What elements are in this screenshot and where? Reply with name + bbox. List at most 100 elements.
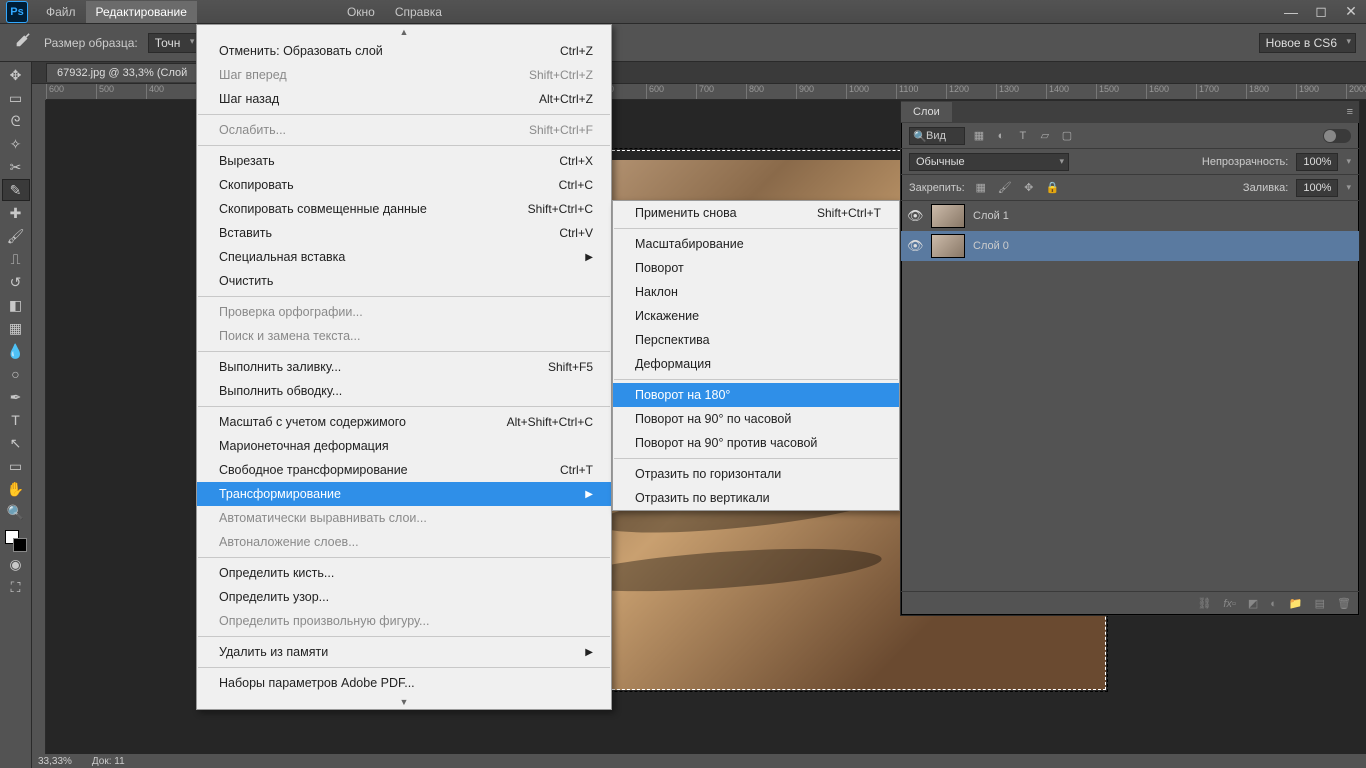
- mask-icon[interactable]: ◩: [1248, 597, 1258, 610]
- eraser-tool[interactable]: ◧: [2, 294, 30, 316]
- transform-item[interactable]: Перспектива: [613, 328, 899, 352]
- edit-item[interactable]: Трансформирование▶: [197, 482, 611, 506]
- edit-item[interactable]: Масштаб с учетом содержимогоAlt+Shift+Ct…: [197, 410, 611, 434]
- hand-tool[interactable]: ✋: [2, 478, 30, 500]
- maximize-button[interactable]: ◻: [1306, 2, 1336, 22]
- edit-item: Проверка орфографии...: [197, 300, 611, 324]
- lock-all-icon[interactable]: 🔒: [1045, 180, 1061, 196]
- crop-tool[interactable]: ✂: [2, 156, 30, 178]
- lock-brush-icon[interactable]: 🖌: [997, 180, 1013, 196]
- edit-item[interactable]: ВырезатьCtrl+X: [197, 149, 611, 173]
- blend-mode-dropdown[interactable]: Обычные: [909, 153, 1069, 171]
- transform-item[interactable]: Наклон: [613, 280, 899, 304]
- fill-value[interactable]: 100%: [1296, 179, 1338, 197]
- menu-Файл[interactable]: Файл: [36, 1, 86, 23]
- heal-tool[interactable]: ✚: [2, 202, 30, 224]
- menu-Справка[interactable]: Справка: [385, 1, 452, 23]
- type-tool[interactable]: T: [2, 409, 30, 431]
- visibility-icon[interactable]: 👁: [907, 238, 923, 254]
- transform-item[interactable]: Поворот на 180°: [613, 383, 899, 407]
- link-icon[interactable]: ⛓: [1197, 597, 1211, 610]
- trash-icon[interactable]: 🗑: [1337, 597, 1351, 610]
- wand-tool[interactable]: ✧: [2, 133, 30, 155]
- opacity-value[interactable]: 100%: [1296, 153, 1338, 171]
- menu-Окно[interactable]: Окно: [337, 1, 385, 23]
- panel-menu-icon[interactable]: ≡: [1341, 106, 1359, 118]
- edit-item[interactable]: Определить кисть...: [197, 561, 611, 585]
- menu-scroll-down[interactable]: ▼: [197, 695, 611, 709]
- history-brush-tool[interactable]: ↺: [2, 271, 30, 293]
- sample-size-dropdown[interactable]: Точн: [148, 33, 200, 53]
- edit-item[interactable]: Шаг назадAlt+Ctrl+Z: [197, 87, 611, 111]
- screenmode-tool[interactable]: ⛶: [2, 576, 30, 598]
- edit-item[interactable]: Марионеточная деформация: [197, 434, 611, 458]
- path-tool[interactable]: ↖: [2, 432, 30, 454]
- menu-scroll-up[interactable]: ▲: [197, 25, 611, 39]
- workspace-dropdown[interactable]: Новое в CS6: [1259, 33, 1356, 53]
- color-swatch[interactable]: [5, 530, 27, 552]
- layer-row[interactable]: 👁Слой 0: [901, 231, 1359, 261]
- transform-item[interactable]: Отразить по вертикали: [613, 486, 899, 510]
- fill-label: Заливка:: [1243, 182, 1288, 194]
- zoom-tool[interactable]: 🔍: [2, 501, 30, 523]
- filter-smart-icon[interactable]: ▢: [1059, 128, 1075, 144]
- eyedropper-tool[interactable]: ✎: [2, 179, 30, 201]
- edit-item[interactable]: Определить узор...: [197, 585, 611, 609]
- transform-item[interactable]: Деформация: [613, 352, 899, 376]
- transform-item[interactable]: Отразить по горизонтали: [613, 462, 899, 486]
- new-layer-icon[interactable]: ▤: [1315, 597, 1325, 610]
- edit-item[interactable]: СкопироватьCtrl+C: [197, 173, 611, 197]
- edit-item[interactable]: ВставитьCtrl+V: [197, 221, 611, 245]
- layers-tab[interactable]: Слои: [901, 102, 952, 122]
- layer-filter-dropdown[interactable]: Вид: [926, 130, 946, 142]
- document-tab[interactable]: 67932.jpg @ 33,3% (Слой: [46, 63, 198, 82]
- filter-adjust-icon[interactable]: ◐: [993, 128, 1009, 144]
- edit-item[interactable]: Удалить из памяти▶: [197, 640, 611, 664]
- filter-toggle[interactable]: [1323, 129, 1351, 143]
- lasso-tool[interactable]: ᘓ: [2, 110, 30, 132]
- filter-type-icon[interactable]: T: [1015, 128, 1031, 144]
- eyedropper-icon[interactable]: [8, 30, 34, 56]
- toolbox: ✥ ▭ ᘓ ✧ ✂ ✎ ✚ 🖌 ⎍ ↺ ◧ ▦ 💧 ○ ✒ T ↖ ▭ ✋ 🔍 …: [0, 62, 32, 768]
- gradient-tool[interactable]: ▦: [2, 317, 30, 339]
- transform-item[interactable]: Искажение: [613, 304, 899, 328]
- lock-position-icon[interactable]: ✥: [1021, 180, 1037, 196]
- transform-item[interactable]: Поворот на 90° по часовой: [613, 407, 899, 431]
- stamp-tool[interactable]: ⎍: [2, 248, 30, 270]
- layer-thumbnail[interactable]: [931, 234, 965, 258]
- dodge-tool[interactable]: ○: [2, 363, 30, 385]
- brush-tool[interactable]: 🖌: [2, 225, 30, 247]
- adjust-icon[interactable]: ◐: [1270, 598, 1277, 610]
- zoom-display[interactable]: 33,33%: [38, 756, 72, 767]
- edit-item[interactable]: Скопировать совмещенные данныеShift+Ctrl…: [197, 197, 611, 221]
- transform-item[interactable]: Масштабирование: [613, 232, 899, 256]
- marquee-tool[interactable]: ▭: [2, 87, 30, 109]
- layers-footer: ⛓ fx▫ ◩ ◐ 📁 ▤ 🗑: [901, 591, 1359, 615]
- filter-pixel-icon[interactable]: ▦: [971, 128, 987, 144]
- edit-item[interactable]: Свободное трансформированиеCtrl+T: [197, 458, 611, 482]
- group-icon[interactable]: 📁: [1289, 597, 1303, 610]
- filter-shape-icon[interactable]: ▱: [1037, 128, 1053, 144]
- edit-item[interactable]: Выполнить заливку...Shift+F5: [197, 355, 611, 379]
- blur-tool[interactable]: 💧: [2, 340, 30, 362]
- transform-item[interactable]: Применить сноваShift+Ctrl+T: [613, 201, 899, 225]
- pen-tool[interactable]: ✒: [2, 386, 30, 408]
- menu-Редактирование[interactable]: Редактирование: [86, 1, 197, 23]
- move-tool[interactable]: ✥: [2, 64, 30, 86]
- lock-pixels-icon[interactable]: ▦: [973, 180, 989, 196]
- edit-item[interactable]: Выполнить обводку...: [197, 379, 611, 403]
- minimize-button[interactable]: —: [1276, 2, 1306, 22]
- visibility-icon[interactable]: 👁: [907, 208, 923, 224]
- quickmask-tool[interactable]: ◉: [2, 553, 30, 575]
- transform-item[interactable]: Поворот: [613, 256, 899, 280]
- transform-item[interactable]: Поворот на 90° против часовой: [613, 431, 899, 455]
- shape-tool[interactable]: ▭: [2, 455, 30, 477]
- edit-item[interactable]: Отменить: Образовать слойCtrl+Z: [197, 39, 611, 63]
- layer-thumbnail[interactable]: [931, 204, 965, 228]
- edit-item[interactable]: Специальная вставка▶: [197, 245, 611, 269]
- edit-item[interactable]: Наборы параметров Adobe PDF...: [197, 671, 611, 695]
- edit-item[interactable]: Очистить: [197, 269, 611, 293]
- close-button[interactable]: ✕: [1336, 2, 1366, 22]
- fx-icon[interactable]: fx▫: [1223, 598, 1235, 610]
- layer-row[interactable]: 👁Слой 1: [901, 201, 1359, 231]
